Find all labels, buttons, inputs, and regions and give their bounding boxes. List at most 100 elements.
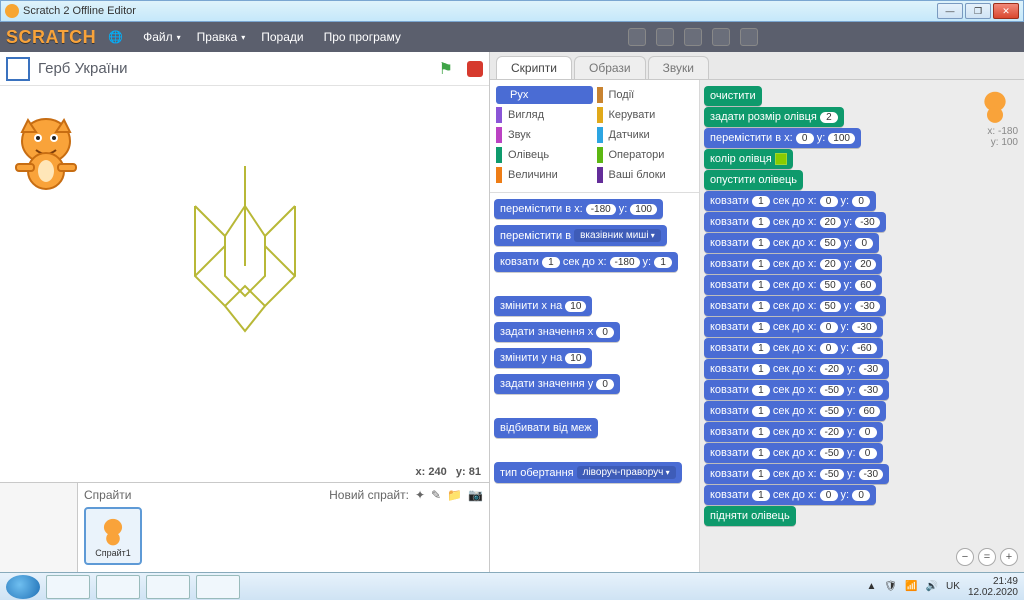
menu-tips[interactable]: Поради (257, 28, 311, 46)
maximize-button[interactable]: ❐ (965, 3, 991, 19)
close-button[interactable]: ✕ (993, 3, 1019, 19)
sprite-thumb-label: Спрайт1 (95, 548, 131, 558)
tab-costumes[interactable]: Образи (574, 56, 646, 79)
sprite-panel: Спрайти Новий спрайт: ✦ ✎ 📁 📷 Спрайт1 (0, 482, 489, 572)
category-control[interactable]: Керувати (597, 106, 694, 124)
help-icon[interactable] (740, 28, 758, 46)
window-titlebar: Scratch 2 Offline Editor — ❐ ✕ (0, 0, 1024, 22)
script-glide-3[interactable]: ковзати 1 сек до x: 20 y: 20 (704, 254, 882, 274)
category-events[interactable]: Події (597, 86, 694, 104)
menu-edit[interactable]: Правка (193, 28, 250, 46)
script-glide-13[interactable]: ковзати 1 сек до x: -50 y: -30 (704, 464, 889, 484)
script-glide-7[interactable]: ковзати 1 сек до x: 0 y: -60 (704, 338, 883, 358)
block-bounce[interactable]: відбивати від меж (494, 418, 598, 438)
tabs: Скрипти Образи Звуки (490, 52, 1024, 80)
category-motion[interactable]: Рух (496, 86, 593, 104)
taskbar-app-opera[interactable] (46, 575, 90, 599)
sprite-info: x: -180 y: 100 (962, 86, 1018, 148)
zoom-controls: − = + (956, 548, 1018, 566)
script-pendown[interactable]: опустити олівець (704, 170, 803, 190)
grow-icon[interactable] (684, 28, 702, 46)
category-more[interactable]: Ваші блоки (597, 166, 694, 184)
category-pen[interactable]: Олівець (496, 146, 593, 164)
script-goto[interactable]: перемістити в x: 0 y: 100 (704, 128, 861, 148)
script-glide-6[interactable]: ковзати 1 сек до x: 0 y: -30 (704, 317, 883, 337)
block-set-y[interactable]: задати значення y0 (494, 374, 620, 394)
stop-icon[interactable] (467, 61, 483, 77)
category-sensing[interactable]: Датчики (597, 126, 694, 144)
globe-icon[interactable]: 🌐 (104, 28, 131, 46)
tray-volume-icon[interactable]: 🔊 (926, 581, 938, 592)
script-penup[interactable]: підняти олівець (704, 506, 796, 526)
block-rotation[interactable]: тип обертанняліворуч-праворуч (494, 462, 682, 483)
block-palette: РухПодіїВиглядКеруватиЗвукДатчикиОлівець… (490, 80, 700, 572)
script-glide-8[interactable]: ковзати 1 сек до x: -20 y: -30 (704, 359, 889, 379)
menubar: SCRATCH 🌐 Файл Правка Поради Про програм… (0, 22, 1024, 52)
tray-time: 21:49 (968, 576, 1018, 587)
shrink-icon[interactable] (712, 28, 730, 46)
stage-coords: x: 240 y: 81 (416, 466, 481, 478)
start-button[interactable] (6, 575, 40, 599)
upload-icon[interactable]: 📁 (447, 488, 462, 502)
script-glide-9[interactable]: ковзати 1 сек до x: -50 y: -30 (704, 380, 889, 400)
stage[interactable]: x: 240 y: 81 (0, 86, 489, 482)
script-glide-14[interactable]: ковзати 1 сек до x: 0 y: 0 (704, 485, 876, 505)
duplicate-icon[interactable] (628, 28, 646, 46)
zoom-in-icon[interactable]: + (1000, 548, 1018, 566)
taskbar-app-word[interactable] (96, 575, 140, 599)
zoom-out-icon[interactable]: − (956, 548, 974, 566)
paint-icon[interactable]: ✎ (431, 488, 441, 502)
sprites-heading: Спрайти (84, 488, 131, 502)
script-glide-11[interactable]: ковзати 1 сек до x: -20 y: 0 (704, 422, 883, 442)
library-icon[interactable]: ✦ (415, 488, 425, 502)
script-glide-4[interactable]: ковзати 1 сек до x: 50 y: 60 (704, 275, 882, 295)
taskbar-app-explorer[interactable] (146, 575, 190, 599)
green-flag-icon[interactable]: ⚑ (439, 59, 453, 79)
project-title: Герб України (38, 60, 128, 77)
category-data[interactable]: Величини (496, 166, 593, 184)
script-clear[interactable]: очистити (704, 86, 762, 106)
block-set-x[interactable]: задати значення x0 (494, 322, 620, 342)
sprite-cat[interactable] (6, 106, 86, 196)
zoom-reset-icon[interactable]: = (978, 548, 996, 566)
delete-icon[interactable] (656, 28, 674, 46)
category-operators[interactable]: Оператори (597, 146, 694, 164)
block-goto-xy[interactable]: перемістити в x:-180 y:100 (494, 199, 663, 219)
taskbar-app-scratch[interactable] (196, 575, 240, 599)
category-looks[interactable]: Вигляд (496, 106, 593, 124)
tray-flag-icon[interactable]: ▲ (867, 581, 877, 592)
block-glide[interactable]: ковзати1 сек до x:-180 y:1 (494, 252, 678, 272)
menu-about[interactable]: Про програму (320, 28, 409, 46)
block-change-x[interactable]: змінити x на10 (494, 296, 592, 316)
menu-file[interactable]: Файл (139, 28, 185, 46)
palette-blocks: перемістити в x:-180 y:100 перемістити в… (490, 193, 699, 572)
script-pencolor[interactable]: колір олівця (704, 149, 793, 169)
block-change-y[interactable]: змінити y на10 (494, 348, 592, 368)
stage-header: Герб України v448 ⚑ (0, 52, 489, 86)
trident-drawing (170, 156, 320, 356)
sprite-thumb-1[interactable]: Спрайт1 (84, 507, 142, 565)
tray-date: 12.02.2020 (968, 587, 1018, 598)
tray-lang[interactable]: UK (946, 581, 960, 592)
script-glide-0[interactable]: ковзати 1 сек до x: 0 y: 0 (704, 191, 876, 211)
stage-thumbnail[interactable] (0, 483, 78, 572)
tab-scripts[interactable]: Скрипти (496, 56, 572, 79)
tray-network-icon[interactable]: 📶 (905, 581, 917, 592)
taskbar: ▲ 🛡 📶 🔊 UK 21:49 12.02.2020 (0, 572, 1024, 600)
script-glide-2[interactable]: ковзати 1 сек до x: 50 y: 0 (704, 233, 879, 253)
tab-sounds[interactable]: Звуки (648, 56, 709, 79)
camera-icon[interactable]: 📷 (468, 488, 483, 502)
tray-shield-icon[interactable]: 🛡 (884, 581, 897, 592)
block-goto-pointer[interactable]: перемістити ввказівник миші (494, 225, 667, 246)
minimize-button[interactable]: — (937, 3, 963, 19)
fullscreen-icon[interactable] (6, 57, 30, 81)
category-sound[interactable]: Звук (496, 126, 593, 144)
script-glide-1[interactable]: ковзати 1 сек до x: 20 y: -30 (704, 212, 886, 232)
script-area[interactable]: x: -180 y: 100 очиститизадати розмір олі… (700, 80, 1024, 572)
script-glide-10[interactable]: ковзати 1 сек до x: -50 y: 60 (704, 401, 886, 421)
script-glide-5[interactable]: ковзати 1 сек до x: 50 y: -30 (704, 296, 886, 316)
app-icon (5, 4, 19, 18)
script-glide-12[interactable]: ковзати 1 сек до x: -50 y: 0 (704, 443, 883, 463)
window-title: Scratch 2 Offline Editor (23, 5, 136, 17)
script-pensize[interactable]: задати розмір олівця 2 (704, 107, 844, 127)
